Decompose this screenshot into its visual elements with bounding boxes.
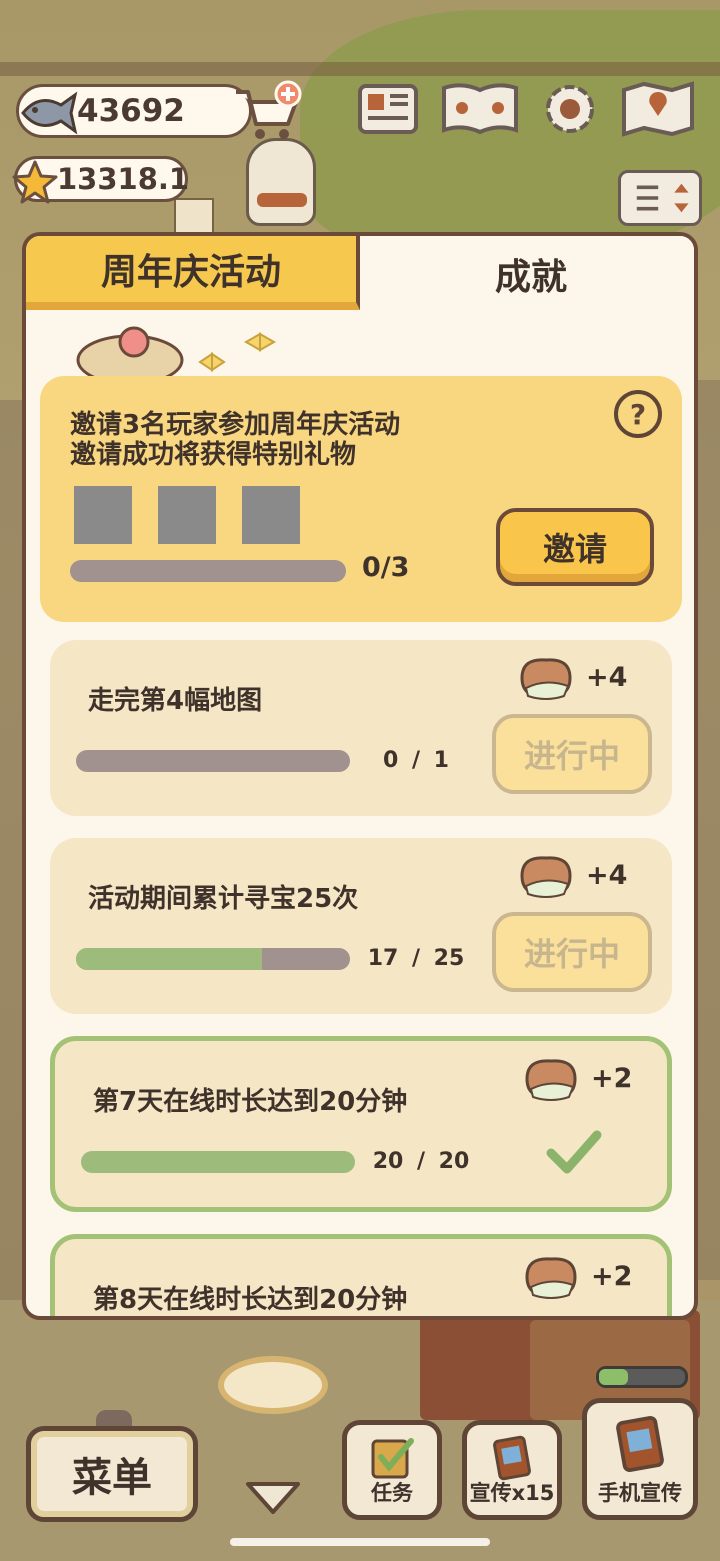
promo-label: 宣传x15 (469, 1481, 555, 1505)
tab-achievements[interactable]: 成就 (364, 236, 694, 312)
task-progress-text: 20 / 20 (372, 1149, 470, 1174)
tab-anniversary[interactable]: 周年庆活动 (26, 236, 360, 310)
invite-slot (158, 486, 216, 544)
ceiling-beam (0, 62, 720, 76)
phone-promo-button[interactable]: 手机宣传 (582, 1398, 698, 1520)
event-panel: 周年庆活动 成就 邀请3名玩家参加周年庆活动 邀请成功将获得特别礼物 ? 0/3… (22, 232, 698, 1320)
phone-poster-icon (616, 1416, 664, 1472)
settings-button[interactable] (538, 78, 602, 140)
chevron-down-icon[interactable] (244, 1478, 302, 1516)
stars-counter: 13318.1 (12, 156, 190, 204)
task-progress-fill (76, 948, 263, 970)
help-icon[interactable]: ? (614, 390, 662, 438)
task-card: 走完第4幅地图 +4 0 / 1 进行中 (50, 640, 672, 816)
task-card: 第8天在线时长达到20分钟 +2 (50, 1234, 672, 1316)
right-shelf (696, 380, 720, 1280)
sort-icon (636, 183, 689, 213)
reward-amount: +2 (591, 1063, 633, 1094)
reward-amount: +4 (586, 662, 628, 693)
reward-amount: +4 (586, 860, 628, 891)
task-progress-bar (76, 948, 350, 970)
paw-book-icon (442, 83, 518, 135)
task-progress-bar (76, 750, 350, 772)
in-progress-button[interactable]: 进行中 (492, 912, 652, 992)
promo-progress-bar (596, 1366, 688, 1388)
task-title: 第8天在线时长达到20分钟 (93, 1285, 408, 1315)
invite-progress-text: 0/3 (362, 552, 410, 583)
task-progress-total: 1 (433, 748, 449, 773)
task-progress-bar (81, 1151, 355, 1173)
check-icon (546, 1130, 602, 1174)
menu-button[interactable]: 菜单 (26, 1426, 198, 1522)
in-progress-button[interactable]: 进行中 (492, 714, 652, 794)
invite-slot (74, 486, 132, 544)
newspaper-button[interactable] (356, 78, 420, 140)
catbook-button[interactable] (440, 78, 520, 140)
coins-counter: 43692 (16, 84, 252, 138)
shopkeeper-cat (246, 138, 316, 226)
invite-line-2: 邀请成功将获得特别礼物 (70, 440, 357, 470)
promo-progress-fill (599, 1369, 629, 1385)
task-title: 第7天在线时长达到20分钟 (93, 1087, 408, 1117)
gear-icon (546, 85, 594, 133)
task-card: 第7天在线时长达到20分钟 +2 20 / 20 (50, 1036, 672, 1212)
tasks-button[interactable]: 任务 (342, 1420, 442, 1520)
stars-value: 13318.1 (57, 162, 190, 196)
sort-button[interactable] (618, 170, 702, 226)
invite-card: 邀请3名玩家参加周年庆活动 邀请成功将获得特别礼物 ? 0/3 邀请 (40, 376, 682, 622)
task-progress-text: 0 / 1 (383, 748, 449, 773)
task-list[interactable]: 邀请3名玩家参加周年庆活动 邀请成功将获得特别礼物 ? 0/3 邀请 走完第4幅… (26, 314, 694, 1316)
poster-icon (493, 1435, 531, 1481)
invite-slot (242, 486, 300, 544)
fish-icon (21, 91, 78, 135)
task-progress-fill (81, 1151, 355, 1173)
promo-button[interactable]: 宣传x15 (462, 1420, 562, 1520)
newspaper-icon (358, 84, 418, 134)
task-progress-current: 17 (367, 946, 399, 971)
task-progress-total: 20 (438, 1149, 470, 1174)
checklist-icon (371, 1438, 414, 1479)
cart-plus-icon[interactable] (232, 80, 304, 144)
home-indicator[interactable] (230, 1538, 490, 1546)
star-icon (12, 160, 58, 204)
invite-progress-bar (70, 560, 346, 582)
cookie-icon (520, 658, 572, 700)
invite-description: 邀请3名玩家参加周年庆活动 邀请成功将获得特别礼物 (70, 410, 400, 470)
map-icon (622, 81, 694, 137)
task-progress-current: 20 (372, 1149, 404, 1174)
cookie-icon (525, 1059, 577, 1101)
invite-button[interactable]: 邀请 (496, 508, 654, 586)
invite-line-1: 邀请3名玩家参加周年庆活动 (70, 410, 401, 440)
coins-value: 43692 (77, 93, 185, 129)
task-progress-total: 25 (433, 946, 465, 971)
task-progress-current: 0 (383, 748, 399, 773)
task-title: 走完第4幅地图 (88, 686, 263, 716)
cat-bed-rug[interactable] (218, 1356, 328, 1414)
cookie-icon (525, 1257, 577, 1299)
tasks-label: 任务 (371, 1481, 413, 1505)
cookie-icon (520, 856, 572, 898)
reward-amount: +2 (591, 1261, 633, 1292)
task-card: 活动期间累计寻宝25次 +4 17 / 25 进行中 (50, 838, 672, 1014)
map-button[interactable] (620, 78, 696, 140)
task-title: 活动期间累计寻宝25次 (88, 884, 359, 914)
task-progress-text: 17 / 25 (367, 946, 465, 971)
phone-promo-label: 手机宣传 (598, 1481, 682, 1505)
